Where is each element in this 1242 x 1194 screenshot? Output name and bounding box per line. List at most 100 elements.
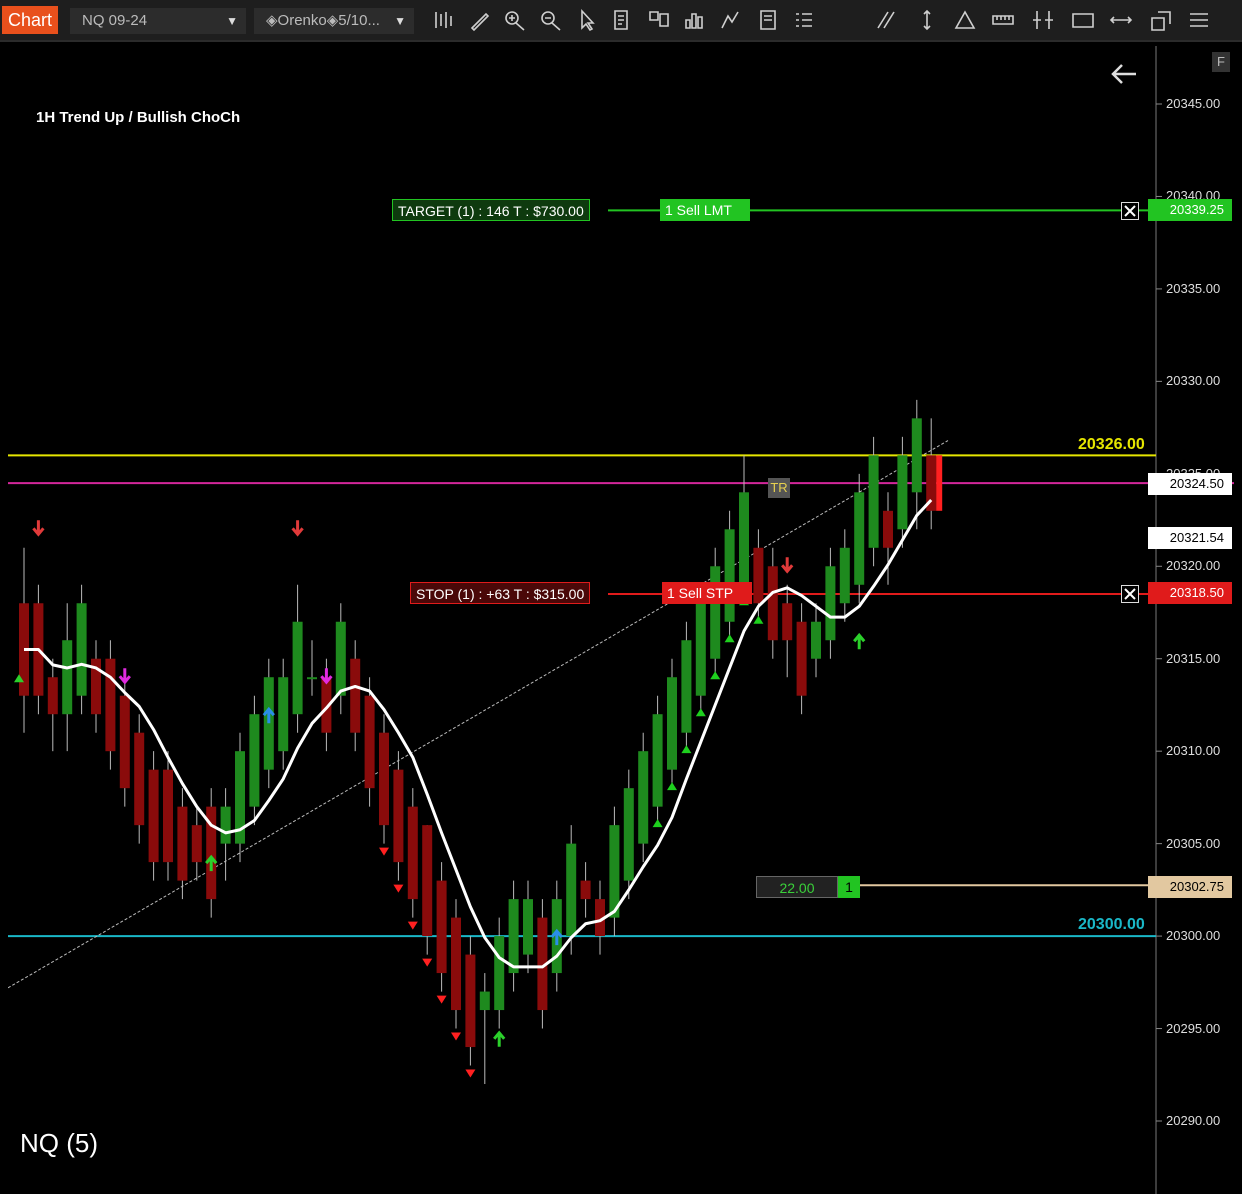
candle bbox=[191, 825, 202, 863]
chart-tab[interactable]: Chart bbox=[2, 6, 59, 34]
candle bbox=[710, 566, 721, 659]
axis-label: 20335.00 bbox=[1166, 280, 1221, 296]
candle bbox=[695, 603, 706, 696]
candle bbox=[465, 954, 476, 1048]
candle bbox=[767, 566, 778, 641]
candle bbox=[350, 658, 361, 733]
zoom-out-icon[interactable] bbox=[538, 8, 564, 32]
properties-icon[interactable] bbox=[792, 8, 818, 32]
target-price-tag: 20339.25 bbox=[1148, 199, 1232, 221]
trail-down-triangle bbox=[393, 884, 404, 893]
axis-label: 20330.00 bbox=[1166, 373, 1221, 389]
candle bbox=[566, 843, 577, 937]
axis-label: 20310.00 bbox=[1166, 743, 1221, 759]
candle bbox=[623, 788, 634, 881]
templates-icon[interactable] bbox=[756, 8, 782, 32]
sell-signal-arrow bbox=[320, 668, 333, 685]
candle bbox=[422, 825, 433, 937]
candle bbox=[451, 917, 461, 1011]
candle bbox=[854, 492, 865, 585]
bar-type-icon[interactable] bbox=[430, 8, 456, 32]
candle bbox=[148, 769, 159, 863]
buy-signal-arrow bbox=[493, 1030, 506, 1047]
trail-up-triangle bbox=[710, 671, 721, 680]
candle bbox=[868, 455, 879, 548]
yellow-level-label: 20326.00 bbox=[1078, 436, 1145, 453]
f-button[interactable]: F bbox=[1212, 52, 1230, 72]
strategies-icon[interactable] bbox=[682, 8, 708, 32]
stop-order-button[interactable]: 1 Sell STP bbox=[662, 582, 752, 604]
candle bbox=[580, 880, 591, 900]
candle bbox=[335, 621, 346, 696]
cancel-stop-icon[interactable] bbox=[1121, 585, 1139, 603]
lines-icon[interactable] bbox=[874, 8, 900, 32]
chart-title: 1H Trend Up / Bullish ChoCh bbox=[36, 109, 241, 126]
axis-label: 20300.00 bbox=[1166, 928, 1221, 944]
cancel-target-icon[interactable] bbox=[1121, 202, 1139, 220]
candle bbox=[379, 732, 389, 826]
zoom-in-icon[interactable] bbox=[502, 8, 528, 32]
menu-icon[interactable] bbox=[1186, 8, 1212, 32]
trail-down-triangle bbox=[407, 921, 418, 930]
fib-icon[interactable] bbox=[1030, 8, 1056, 32]
tr-marker: TR bbox=[768, 478, 790, 498]
chart-trader-icon[interactable] bbox=[646, 8, 672, 32]
live-candle-marker bbox=[936, 455, 943, 511]
bar-type-dropdown[interactable]: ◈Orenko◈5/10... ▼ bbox=[254, 8, 414, 34]
candle bbox=[163, 769, 173, 863]
candle bbox=[76, 603, 87, 696]
axis-label: 20305.00 bbox=[1166, 835, 1221, 851]
candle bbox=[494, 936, 505, 1011]
candle bbox=[883, 510, 893, 548]
axis-label: 20295.00 bbox=[1166, 1020, 1221, 1036]
candle bbox=[263, 677, 274, 770]
chart-panel[interactable] bbox=[8, 46, 1242, 1194]
candle bbox=[652, 714, 663, 807]
target-label[interactable]: TARGET (1) : 146 T : $730.00 bbox=[392, 199, 590, 221]
candle bbox=[911, 418, 922, 493]
stop-price-tag: 20318.50 bbox=[1148, 582, 1232, 604]
trail-down-triangle bbox=[436, 995, 447, 1004]
sell-signal-arrow bbox=[781, 557, 794, 574]
candle bbox=[249, 714, 260, 807]
cyan-level-label: 20300.00 bbox=[1078, 916, 1145, 933]
instrument-dropdown[interactable]: NQ 09-24 ▼ bbox=[70, 8, 246, 34]
buy-signal-arrow bbox=[853, 632, 866, 650]
candle bbox=[307, 677, 317, 680]
target-order-button[interactable]: 1 Sell LMT bbox=[660, 199, 750, 221]
candle bbox=[62, 640, 73, 715]
stop-label[interactable]: STOP (1) : +63 T : $315.00 bbox=[410, 582, 591, 604]
drawing-objects-icon[interactable] bbox=[1148, 8, 1174, 32]
candle bbox=[508, 899, 519, 974]
trail-up-triangle bbox=[667, 782, 677, 791]
trail-up-triangle bbox=[652, 819, 663, 828]
price-chart[interactable] bbox=[8, 46, 1242, 1194]
candle bbox=[278, 677, 289, 752]
candle bbox=[897, 455, 908, 530]
candle bbox=[220, 806, 231, 844]
candle bbox=[479, 991, 490, 1011]
candle bbox=[47, 677, 58, 715]
trail-down-triangle bbox=[379, 847, 389, 856]
entry-quantity[interactable]: 22.00 bbox=[756, 876, 838, 898]
triangle-icon[interactable] bbox=[952, 8, 978, 32]
pointer-icon[interactable] bbox=[574, 8, 600, 32]
axis-label: 20345.00 bbox=[1166, 96, 1221, 111]
candle bbox=[364, 695, 375, 789]
sell-signal-arrow bbox=[118, 668, 131, 685]
candle bbox=[681, 640, 692, 733]
draw-pencil-icon[interactable] bbox=[466, 8, 492, 32]
candle bbox=[724, 529, 735, 622]
chevron-down-icon: ▼ bbox=[394, 14, 406, 28]
back-arrow-icon[interactable] bbox=[1108, 60, 1140, 88]
data-box-icon[interactable] bbox=[610, 8, 636, 32]
position-size[interactable]: 1 bbox=[838, 876, 860, 898]
ruler-icon[interactable] bbox=[990, 8, 1016, 32]
ma-price-tag: 20321.54 bbox=[1148, 527, 1232, 549]
indicators-icon[interactable] bbox=[718, 8, 744, 32]
axis-label: 20320.00 bbox=[1166, 558, 1221, 574]
arrows-icon[interactable] bbox=[1108, 8, 1134, 32]
instrument-dropdown-value: NQ 09-24 bbox=[82, 12, 148, 29]
rectangle-icon[interactable] bbox=[1070, 8, 1096, 32]
vertical-line-icon[interactable] bbox=[914, 8, 940, 32]
